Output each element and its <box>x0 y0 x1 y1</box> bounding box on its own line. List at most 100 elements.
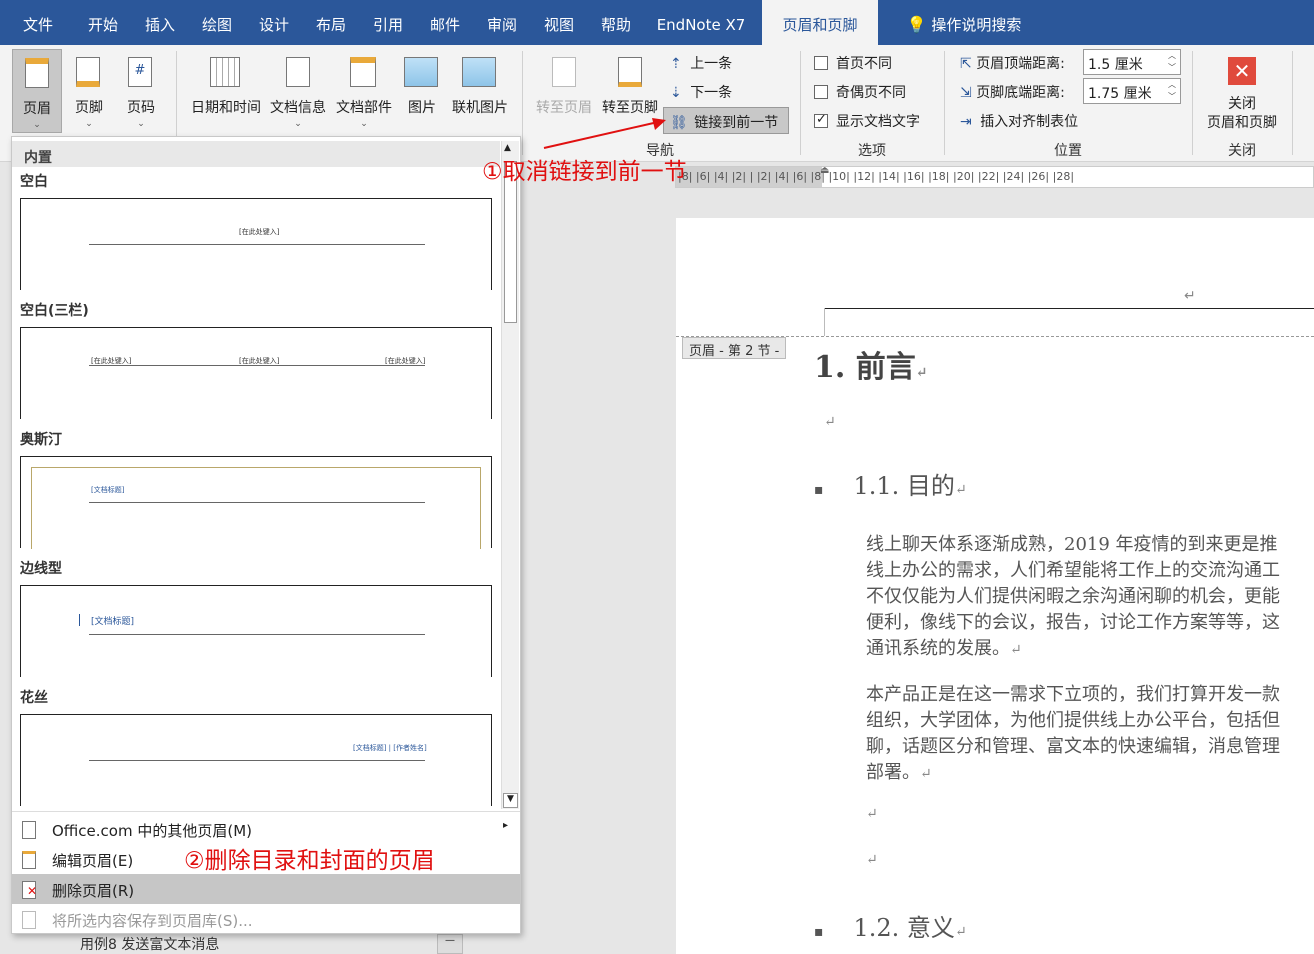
divider <box>522 51 523 155</box>
checkbox-icon <box>814 85 828 99</box>
more-headers-office-com[interactable]: Office.com 中的其他页眉(M) ▸ <box>12 814 520 844</box>
body-line[interactable]: 线上聊天体系逐渐成熟，2019 年疫情的到来更是推 <box>866 530 1278 556</box>
tab-help[interactable]: 帮助 <box>588 0 644 45</box>
scroll-minus-button[interactable]: — <box>437 934 463 954</box>
header-rule <box>824 308 1314 309</box>
gallery-item-title: 奥斯汀 <box>20 432 62 448</box>
office-header-icon <box>22 821 36 839</box>
body-line[interactable]: 组织，大学团体，为他们提供线上办公平台，包括但 <box>866 706 1280 732</box>
divider <box>1292 51 1293 155</box>
doc-info-button[interactable]: 文档信息 ⌄ <box>266 49 330 133</box>
different-odd-even-checkbox[interactable]: 奇偶页不同 <box>814 82 906 102</box>
tab-file[interactable]: 文件 <box>10 0 66 45</box>
checkbox-checked-icon <box>814 112 828 128</box>
heading-2-purpose[interactable]: ▪ 1.1. 目的↵ <box>814 466 967 501</box>
down-arrow-icon: ⇣ <box>670 85 682 101</box>
picture-icon <box>404 57 438 87</box>
heading-2-significance[interactable]: ▪ 1.2. 意义↵ <box>814 908 967 943</box>
close-header-footer-button[interactable]: ✕ 关闭 页眉和页脚 <box>1198 51 1286 135</box>
indent-marker-icon[interactable]: ⏏ <box>820 165 829 176</box>
preview-rule <box>89 365 425 366</box>
nav-pane-item[interactable]: 用例8 发送富文本消息 <box>80 934 219 954</box>
save-to-header-gallery-item[interactable]: 将所选内容保存到页眉库(S)... <box>12 904 520 934</box>
preview-rule <box>89 634 425 635</box>
body-line[interactable]: 聊，话题区分和管理、富文本的快速编辑，消息管理 <box>866 732 1280 758</box>
alignment-tab-icon: ⇥ <box>960 114 972 130</box>
body-line[interactable]: 线上办公的需求，人们希望能将工作上的交流沟通工 <box>866 556 1280 582</box>
tab-mailings[interactable]: 邮件 <box>416 0 474 45</box>
chevron-down-icon: ⌄ <box>294 119 302 129</box>
heading-1[interactable]: 1. 前言↵ <box>814 342 928 386</box>
calendar-clock-icon <box>210 57 240 87</box>
ribbon-tab-bar: 文件 开始 插入 绘图 设计 布局 引用 邮件 审阅 视图 帮助 EndNote… <box>0 0 1314 45</box>
tab-design[interactable]: 设计 <box>246 0 302 45</box>
gallery-item-sideline[interactable]: [文档标题] <box>20 585 492 677</box>
tab-home[interactable]: 开始 <box>74 0 132 45</box>
header-distance-icon: ⇱ <box>960 56 972 72</box>
link-icon: ⛓ <box>670 115 688 131</box>
remove-header-item[interactable]: ✕ 删除页眉(R) <box>12 874 520 904</box>
quick-parts-button[interactable]: 文档部件 ⌄ <box>332 49 396 133</box>
gallery-scrollbar[interactable]: ▲ ▼ <box>501 141 519 809</box>
body-line[interactable]: 部署。↵ <box>866 758 932 784</box>
online-picture-button[interactable]: 联机图片 <box>448 49 512 133</box>
tab-endnote[interactable]: EndNote X7 <box>646 0 756 45</box>
gallery-item-title: 边线型 <box>20 561 62 577</box>
chevron-down-icon: ⌄ <box>137 119 145 129</box>
gallery-section-header: 内置 <box>12 141 500 167</box>
body-line[interactable]: 通讯系统的发展。↵ <box>866 634 1022 660</box>
goto-footer-icon <box>618 57 642 87</box>
picture-button[interactable]: 图片 <box>400 49 444 133</box>
divider <box>1192 51 1193 155</box>
scroll-down-icon[interactable]: ▼ <box>503 793 518 808</box>
next-section-button[interactable]: ⇣ 下一条 <box>670 82 732 102</box>
page-number-button[interactable]: # 页码 ⌄ <box>116 49 166 133</box>
show-document-text-checkbox[interactable]: 显示文档文字 <box>814 111 920 131</box>
header-button[interactable]: 页眉 ⌄ <box>12 49 62 133</box>
spinner-arrows-icon[interactable]: ︿ ﹀ <box>1168 50 1176 74</box>
chevron-down-icon: ⌄ <box>360 119 368 129</box>
paragraph-mark: ↵ <box>824 414 836 430</box>
edit-header-icon <box>22 851 36 869</box>
gallery-item-blank[interactable]: [在此处键入] <box>20 198 492 290</box>
gallery-item-title: 空白(三栏) <box>20 303 89 319</box>
tab-draw[interactable]: 绘图 <box>188 0 246 45</box>
footer-button[interactable]: 页脚 ⌄ <box>64 49 114 133</box>
tab-layout[interactable]: 布局 <box>302 0 360 45</box>
different-first-page-checkbox[interactable]: 首页不同 <box>814 53 892 73</box>
tab-header-footer[interactable]: 页眉和页脚 <box>762 0 878 45</box>
insert-alignment-tab-button[interactable]: ⇥ 插入对齐制表位 <box>960 111 1078 131</box>
body-line[interactable]: 本产品正是在这一需求下立项的，我们打算开发一款 <box>866 680 1280 706</box>
tell-me-search[interactable]: 💡 操作说明搜索 <box>894 0 1034 45</box>
document-page[interactable]: ↵ 页眉 - 第 2 节 - 1. 前言↵ ↵ ▪ 1.1. 目的↵ 线上聊天体系… <box>676 218 1314 954</box>
tab-references[interactable]: 引用 <box>360 0 416 45</box>
gallery-item-blank-three-column[interactable]: [在此处键入] [在此处键入] [在此处键入] <box>20 327 492 419</box>
submenu-arrow-icon: ▸ <box>502 820 508 831</box>
date-time-button[interactable]: 日期和时间 <box>186 49 266 133</box>
footer-bottom-input[interactable]: 1.75 厘米 ︿ ﹀ <box>1083 78 1181 104</box>
header-top-input[interactable]: 1.5 厘米 ︿ ﹀ <box>1083 49 1181 75</box>
tab-view[interactable]: 视图 <box>530 0 588 45</box>
up-arrow-icon: ⇡ <box>670 56 682 72</box>
checkbox-icon <box>814 56 828 70</box>
footer-bottom-label: ⇲ 页脚底端距离: <box>960 85 1065 101</box>
doc-info-icon <box>286 57 310 87</box>
spinner-arrows-icon[interactable]: ︿ ﹀ <box>1168 79 1176 103</box>
annotation-remove-header: ②删除目录和封面的页眉 <box>184 848 435 874</box>
prev-section-button[interactable]: ⇡ 上一条 <box>670 53 732 73</box>
quick-parts-icon <box>350 57 376 87</box>
gallery-item-filigree[interactable]: [文档标题] | [作者姓名] <box>20 714 492 806</box>
link-to-previous-button[interactable]: ⛓ 链接到前一节 <box>663 107 789 134</box>
preview-rule <box>89 760 425 761</box>
close-icon: ✕ <box>1228 57 1256 85</box>
gallery-item-austin[interactable]: [文档标题] <box>20 456 492 549</box>
save-gallery-icon <box>22 911 36 929</box>
chevron-down-icon: ⌄ <box>85 119 93 129</box>
tab-review[interactable]: 审阅 <box>474 0 530 45</box>
options-group-label: 选项 <box>858 143 886 159</box>
body-line[interactable]: 便利，像线下的会议，报告，讨论工作方案等等，这 <box>866 608 1280 634</box>
preview-bar <box>79 614 80 626</box>
horizontal-ruler[interactable]: |8| |6| |4| |2| | |2| |4| |6| |8| |10| |… <box>675 165 1314 188</box>
tab-insert[interactable]: 插入 <box>132 0 188 45</box>
body-line[interactable]: 不仅仅能为人们提供闲暇之余沟通闲聊的机会，更能 <box>866 582 1280 608</box>
